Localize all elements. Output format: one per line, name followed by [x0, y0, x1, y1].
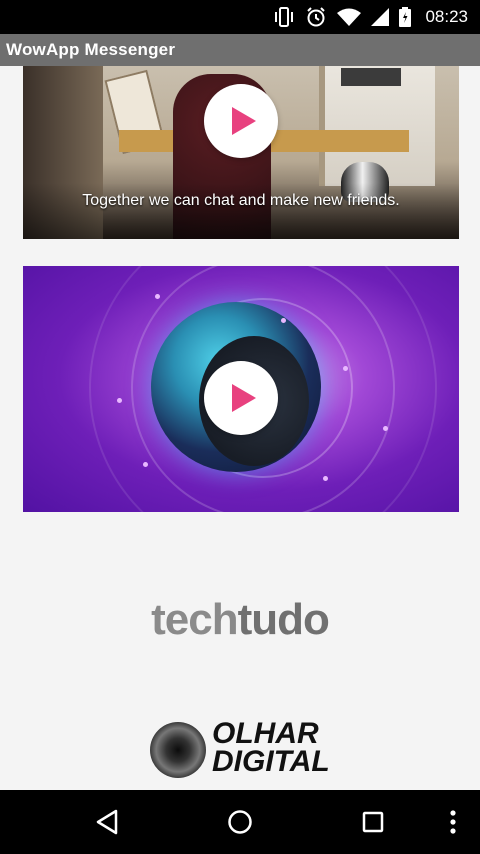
status-bar: 08:23 — [0, 0, 480, 34]
techtudo-logo-part1: tech — [151, 595, 238, 644]
wifi-icon — [337, 8, 362, 26]
home-button[interactable] — [200, 790, 280, 854]
video-scene-dot — [343, 366, 348, 371]
olhar-digital-logo-line2: DIGITAL — [212, 745, 330, 778]
video-thumbnail-1[interactable]: Together we can chat and make new friend… — [23, 66, 459, 239]
techtudo-logo-part2: tudo — [237, 595, 330, 644]
video-scene-dot — [143, 462, 148, 467]
video-thumbnail-2[interactable] — [23, 266, 459, 512]
video-scene-dot — [383, 426, 388, 431]
olhar-digital-logo-line1: OLHAR — [212, 717, 319, 750]
overflow-menu-icon — [450, 810, 456, 834]
signal-icon — [371, 8, 390, 26]
home-icon — [228, 810, 252, 834]
back-icon — [96, 809, 118, 835]
video-subtitle: Together we can chat and make new friend… — [82, 192, 400, 209]
play-button[interactable] — [204, 84, 278, 158]
lens-icon — [150, 722, 206, 778]
recents-icon — [362, 811, 384, 833]
battery-icon — [399, 7, 412, 27]
video-scene-dot — [155, 294, 160, 299]
app-title: WowApp Messenger — [6, 40, 176, 59]
techtudo-logo: techtudo — [0, 598, 480, 642]
overflow-menu-button[interactable] — [433, 790, 473, 854]
status-time: 08:23 — [425, 7, 468, 26]
navigation-bar — [0, 790, 480, 854]
play-icon — [232, 107, 256, 135]
status-icons: 08:23 — [273, 0, 468, 34]
alarm-icon — [305, 6, 327, 28]
olhar-digital-logo-text: OLHAR DIGITAL — [212, 717, 330, 778]
video-scene-dot — [323, 476, 328, 481]
video-scene-dot — [117, 398, 122, 403]
video-scene-dot — [281, 318, 286, 323]
app-bar: WowApp Messenger — [0, 34, 480, 66]
play-icon — [232, 384, 256, 412]
recents-button[interactable] — [333, 790, 413, 854]
back-button[interactable] — [67, 790, 147, 854]
olhar-digital-logo: OLHAR DIGITAL — [150, 717, 340, 780]
vibrate-icon — [273, 7, 295, 27]
content-scroll-area[interactable]: Together we can chat and make new friend… — [0, 66, 480, 790]
play-button[interactable] — [204, 361, 278, 435]
